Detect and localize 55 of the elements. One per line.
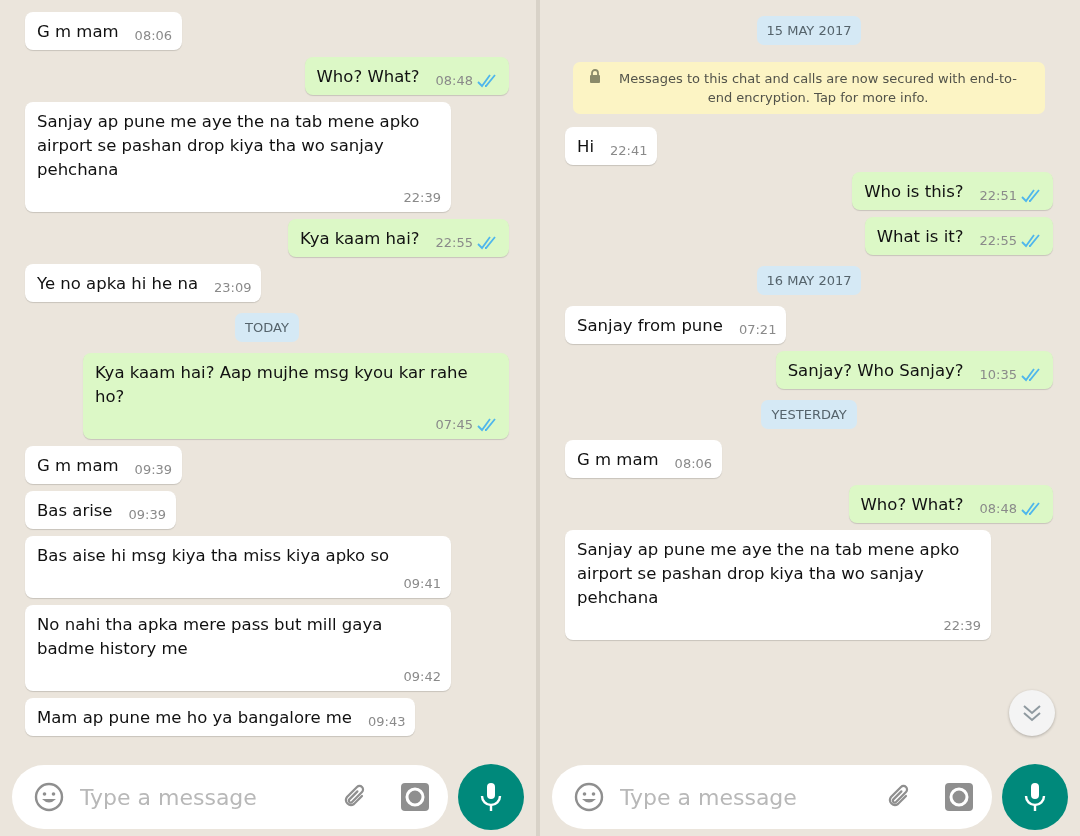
message-text: No nahi tha apka mere pass but mill gaya badme history me xyxy=(37,614,384,660)
message-text: Who is this? xyxy=(864,181,964,203)
message-field[interactable]: Type a message xyxy=(78,783,326,811)
date-label: TODAY xyxy=(235,313,299,342)
date-label: 16 MAY 2017 xyxy=(756,266,862,295)
message-time: 10:35 xyxy=(979,366,1017,384)
message-time: 08:48 xyxy=(435,72,473,90)
camera-icon xyxy=(944,782,974,812)
message-text: Bas arise xyxy=(37,500,113,522)
emoji-icon xyxy=(574,782,604,812)
camera-icon xyxy=(400,782,430,812)
message-time: 22:41 xyxy=(610,142,648,160)
message-time: 08:06 xyxy=(674,455,713,473)
message-text: Kya kaam hai? xyxy=(300,228,420,250)
message-time: 23:09 xyxy=(214,279,252,297)
message-text: G m mam xyxy=(577,449,659,471)
message-text: Kya kaam hai? Aap mujhe msg kyou kar rahe ho? xyxy=(95,362,469,408)
microphone-icon xyxy=(1024,782,1046,812)
date-label: YESTERDAY xyxy=(761,400,857,429)
message-time: 22:51 xyxy=(979,187,1017,205)
notice-text: Messages to this chat and calls are now secured with end-to-end encryption. Tap for more info. xyxy=(618,70,1018,107)
message-time: 09:39 xyxy=(128,506,166,524)
encryption-notice[interactable]: Messages to this chat and calls are now secured with end-to-end encryption. Tap for more info. xyxy=(573,62,1045,114)
message-time: 08:06 xyxy=(134,27,173,45)
message-text: Mam ap pune me ho ya bangalore me xyxy=(37,707,352,729)
message-text: Sanjay ap pune me aye the na tab mene apko airport se pashan drop kiya tha wo sanjay pehchana xyxy=(37,111,421,181)
message-text: Bas aise hi msg kiya tha miss kiya apko so xyxy=(37,545,390,567)
message-time: 08:48 xyxy=(979,500,1017,518)
message-time: 22:39 xyxy=(943,617,981,635)
chevron-down-icon xyxy=(1022,704,1042,722)
message-time: 22:39 xyxy=(403,189,441,207)
message-time: 07:21 xyxy=(738,321,777,339)
scroll-down-button[interactable] xyxy=(1009,690,1055,736)
message-text: G m mam xyxy=(37,455,119,477)
message-time: 09:41 xyxy=(403,575,441,593)
message-text: Hi xyxy=(577,136,594,158)
message-text: G m mam xyxy=(37,21,119,43)
message-text: What is it? xyxy=(876,226,964,248)
microphone-icon xyxy=(480,782,502,812)
lock-icon xyxy=(589,69,601,83)
message-time: 22:55 xyxy=(979,232,1017,250)
message-time: 22:55 xyxy=(435,234,473,252)
message-text: Who? What? xyxy=(316,66,420,88)
message-field[interactable]: Type a message xyxy=(618,783,870,811)
message-text: Sanjay? Who Sanjay? xyxy=(787,360,964,382)
date-label: 15 MAY 2017 xyxy=(756,16,862,45)
message-text: Who? What? xyxy=(860,494,964,516)
message-text: Ye no apka hi he na xyxy=(37,273,198,295)
message-text: Sanjay from pune xyxy=(577,315,723,337)
message-time: 09:42 xyxy=(403,668,441,686)
message-time: 09:39 xyxy=(134,461,173,479)
message-time: 09:43 xyxy=(368,713,406,731)
message-text: Sanjay ap pune me aye the na tab mene apko airport se pashan drop kiya tha wo sanjay pehchana xyxy=(577,539,961,609)
message-time: 07:45 xyxy=(435,416,473,434)
emoji-icon xyxy=(34,782,64,812)
